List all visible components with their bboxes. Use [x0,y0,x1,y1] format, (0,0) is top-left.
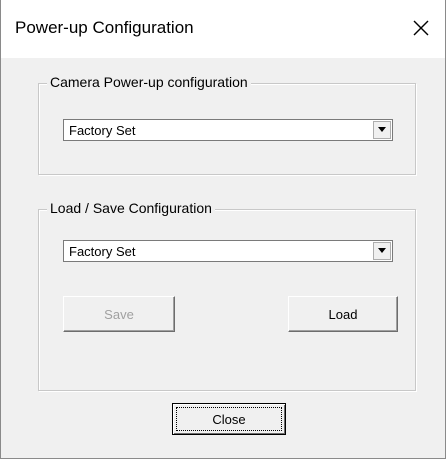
camera-powerup-group: Camera Power-up configuration Factory Se… [38,74,416,175]
dialog-body: Camera Power-up configuration Factory Se… [1,58,445,458]
dropdown-arrow-icon[interactable] [373,242,391,260]
load-save-select[interactable]: Factory Set [63,240,393,262]
close-icon[interactable] [401,8,441,48]
window-title: Power-up Configuration [15,18,194,37]
dropdown-arrow-icon[interactable] [373,121,391,139]
load-save-group: Load / Save Configuration Factory Set Sa… [38,200,416,391]
camera-powerup-select[interactable]: Factory Set [63,119,393,141]
camera-powerup-group-label: Camera Power-up configuration [47,74,251,90]
close-button-label: Close [212,411,246,427]
power-up-config-dialog: Power-up Configuration Camera Power-up c… [0,0,446,459]
load-save-select-value: Factory Set [69,244,136,259]
title-bar[interactable]: Power-up Configuration [1,0,445,58]
close-button[interactable]: Close [172,403,286,435]
load-button[interactable]: Load [288,296,398,332]
load-save-group-label: Load / Save Configuration [47,200,215,216]
save-button[interactable]: Save [63,296,175,332]
camera-powerup-select-value: Factory Set [69,123,136,138]
